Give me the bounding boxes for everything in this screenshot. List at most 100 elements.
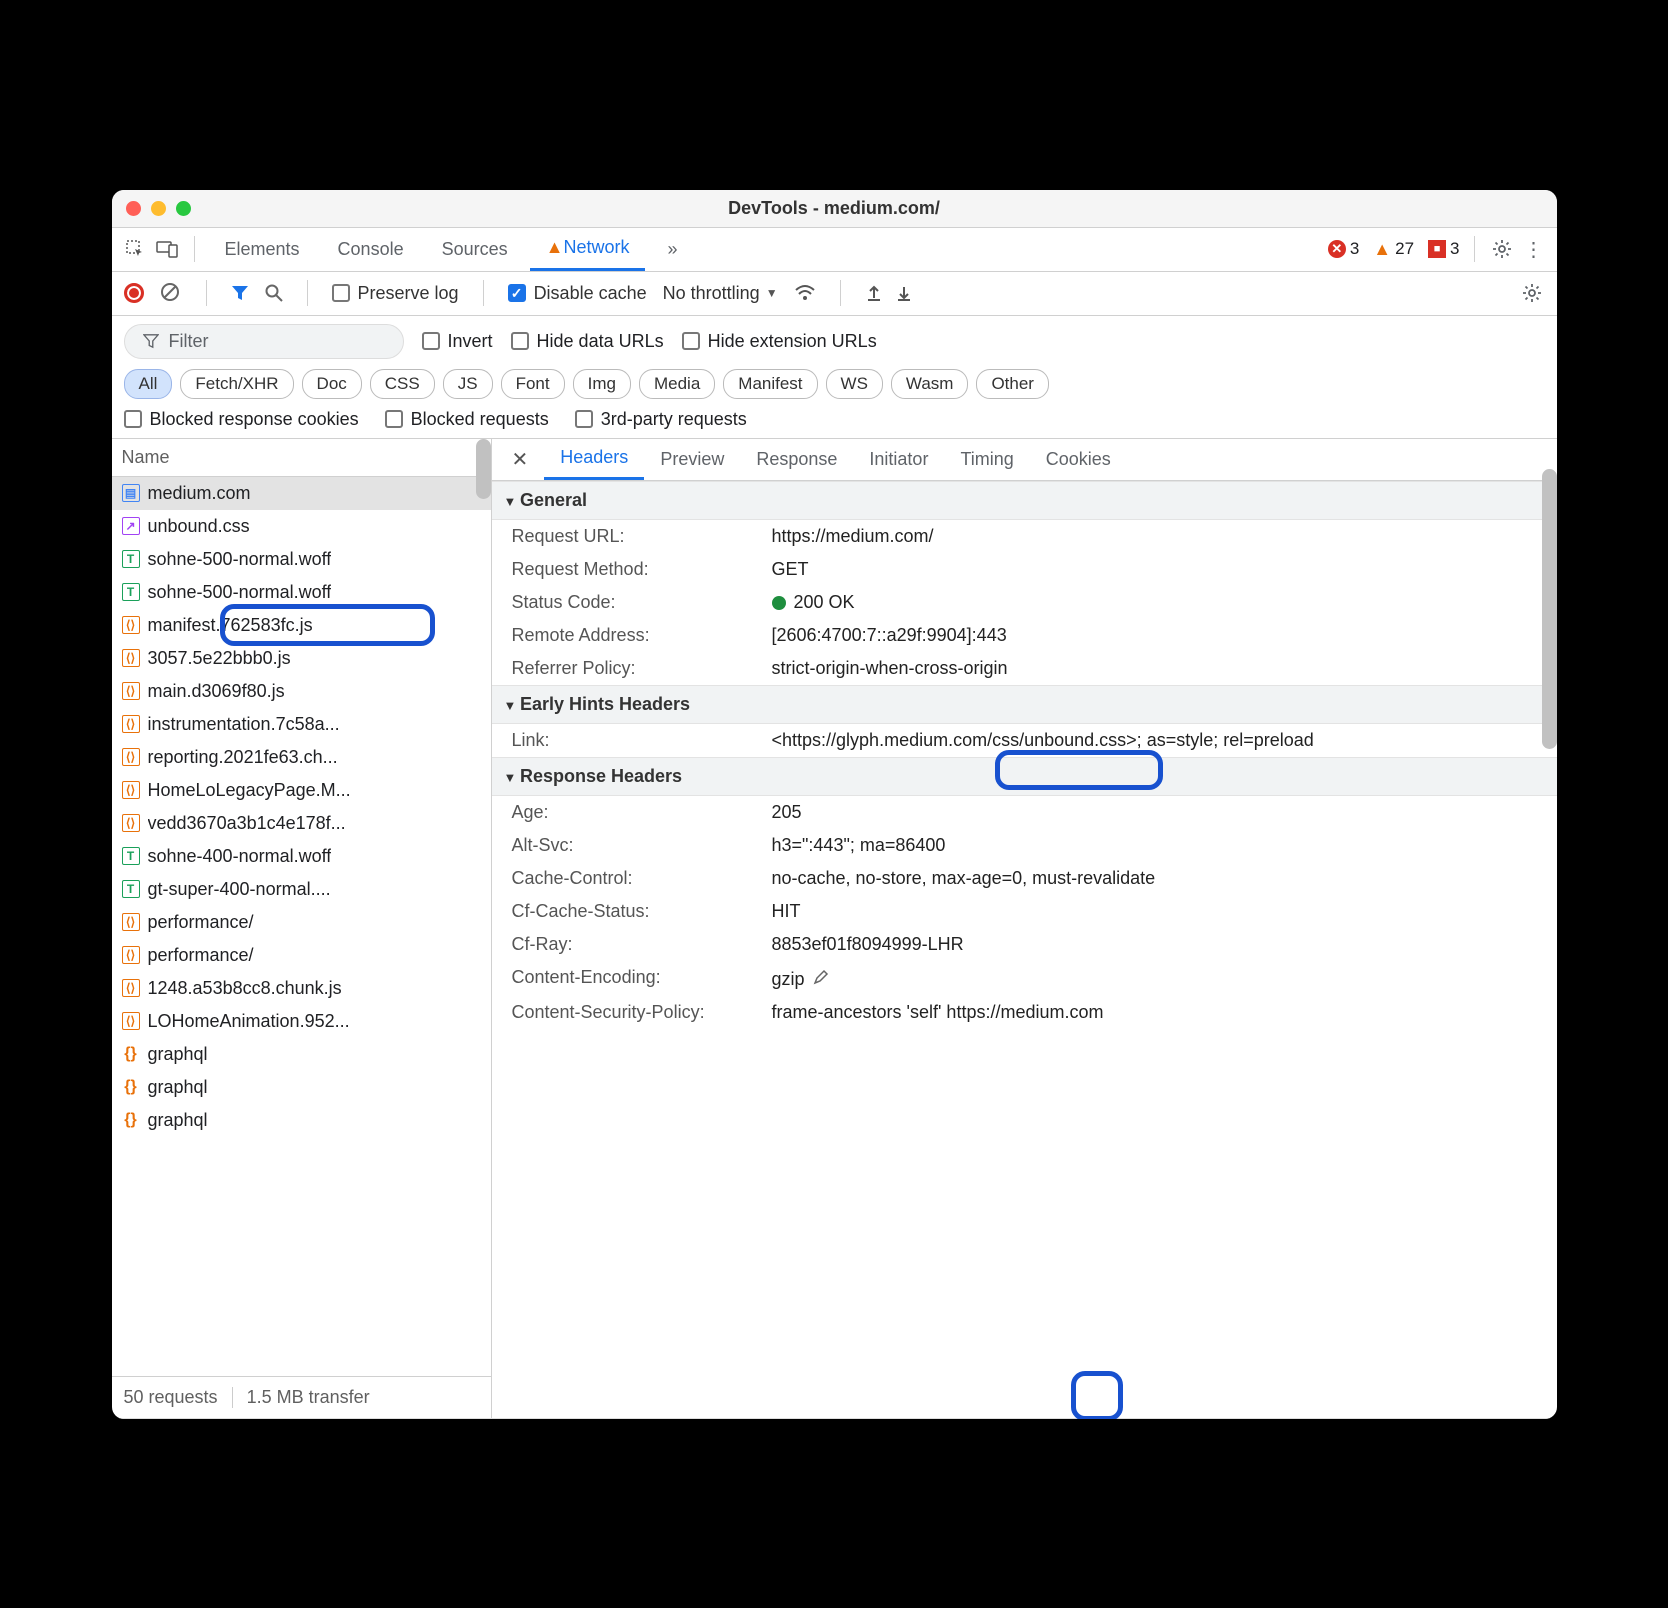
search-icon[interactable] (265, 284, 283, 302)
edit-icon[interactable] (811, 967, 831, 987)
header-row: Cache-Control:no-cache, no-store, max-ag… (492, 862, 1557, 895)
detail-tab-cookies[interactable]: Cookies (1030, 439, 1127, 480)
tabs-overflow[interactable]: » (651, 228, 693, 271)
request-row[interactable]: {}graphql (112, 1104, 491, 1137)
column-header-name[interactable]: Name (112, 439, 491, 477)
chip-ws[interactable]: WS (826, 369, 883, 399)
network-settings-icon[interactable] (1519, 280, 1545, 306)
request-row[interactable]: Tsohne-400-normal.woff (112, 840, 491, 873)
request-name: 1248.a53b8cc8.chunk.js (148, 978, 342, 999)
filter-icon[interactable] (231, 284, 249, 302)
request-row[interactable]: ⟨⟩HomeLoLegacyPage.M... (112, 774, 491, 807)
request-row[interactable]: ↗unbound.css (112, 510, 491, 543)
js-file-icon: ⟨⟩ (122, 979, 140, 997)
detail-tabs: ✕ HeadersPreviewResponseInitiatorTimingC… (492, 439, 1557, 481)
tab-sources[interactable]: Sources (426, 228, 524, 271)
request-row[interactable]: ⟨⟩ 1248.a53b8cc8.chunk.js (112, 972, 491, 1005)
request-name: sohne-400-normal.woff (148, 846, 332, 867)
chip-img[interactable]: Img (573, 369, 631, 399)
blocked-response-cookies-checkbox[interactable]: Blocked response cookies (124, 409, 359, 430)
request-row[interactable]: ⟨⟩vedd3670a3b1c4e178f... (112, 807, 491, 840)
preserve-log-checkbox[interactable]: Preserve log (332, 283, 459, 304)
scrollbar[interactable] (476, 439, 491, 499)
header-row: Referrer Policy:strict-origin-when-cross… (492, 652, 1557, 685)
record-button[interactable] (124, 283, 144, 303)
header-value: [2606:4700:7::a29f:9904]:443 (772, 625, 1537, 646)
request-name: vedd3670a3b1c4e178f... (148, 813, 346, 834)
request-row[interactable]: ⟨⟩main.d3069f80.js (112, 675, 491, 708)
detail-tab-initiator[interactable]: Initiator (853, 439, 944, 480)
chip-other[interactable]: Other (976, 369, 1049, 399)
clear-button[interactable] (160, 282, 182, 304)
detail-tab-response[interactable]: Response (740, 439, 853, 480)
throttling-select[interactable]: No throttling▼ (663, 283, 778, 304)
chip-manifest[interactable]: Manifest (723, 369, 817, 399)
chip-css[interactable]: CSS (370, 369, 435, 399)
tab-network[interactable]: ▲ Network (530, 228, 646, 271)
request-row[interactable]: ⟨⟩3057.5e22bbb0.js (112, 642, 491, 675)
request-row[interactable]: {}graphql (112, 1071, 491, 1104)
blocked-requests-checkbox[interactable]: Blocked requests (385, 409, 549, 430)
request-row[interactable]: {}graphql (112, 1038, 491, 1071)
invert-checkbox[interactable]: Invert (422, 331, 493, 352)
section-header[interactable]: Response Headers (492, 757, 1557, 796)
header-key: Cf-Ray: (512, 934, 772, 955)
header-row: Request Method:GET (492, 553, 1557, 586)
hide-data-urls-checkbox[interactable]: Hide data URLs (511, 331, 664, 352)
request-row[interactable]: ⟨⟩performance/ (112, 906, 491, 939)
filter-input[interactable]: Filter (124, 324, 404, 359)
maximize-window-button[interactable] (176, 201, 191, 216)
chip-doc[interactable]: Doc (302, 369, 362, 399)
header-row: Age:205 (492, 796, 1557, 829)
header-value: h3=":443"; ma=86400 (772, 835, 1537, 856)
request-row[interactable]: Tsohne-500-normal.woff (112, 576, 491, 609)
more-icon[interactable]: ⋮ (1521, 236, 1547, 262)
error-count[interactable]: ✕3 (1328, 239, 1359, 259)
request-name: reporting.2021fe63.ch... (148, 747, 338, 768)
header-value: HIT (772, 901, 1537, 922)
header-value: https://medium.com/ (772, 526, 1537, 547)
type-filter-chips: AllFetch/XHR Doc CSS JS Font Img Media Manifest… (124, 369, 1545, 399)
close-details-button[interactable]: ✕ (500, 447, 541, 472)
chip-js[interactable]: JS (443, 369, 493, 399)
minimize-window-button[interactable] (151, 201, 166, 216)
request-name: performance/ (148, 912, 254, 933)
warning-count[interactable]: ▲27 (1373, 239, 1414, 260)
request-row[interactable]: ⟨⟩instrumentation.7c58a... (112, 708, 491, 741)
tab-elements[interactable]: Elements (209, 228, 316, 271)
chip-all[interactable]: All (124, 369, 173, 399)
request-row[interactable]: ▤medium.com (112, 477, 491, 510)
detail-tab-timing[interactable]: Timing (944, 439, 1029, 480)
chip-font[interactable]: Font (501, 369, 565, 399)
section-header[interactable]: Early Hints Headers (492, 685, 1557, 724)
third-party-checkbox[interactable]: 3rd-party requests (575, 409, 747, 430)
section-header[interactable]: General (492, 481, 1557, 520)
detail-tab-headers[interactable]: Headers (544, 439, 644, 480)
request-list: ▤medium.com↗unbound.cssTsohne-500-normal… (112, 477, 491, 1376)
hide-extension-urls-checkbox[interactable]: Hide extension URLs (682, 331, 877, 352)
scrollbar[interactable] (1542, 469, 1557, 749)
disable-cache-checkbox[interactable]: ✓Disable cache (508, 283, 647, 304)
xhr-file-icon: {} (122, 1045, 140, 1063)
close-window-button[interactable] (126, 201, 141, 216)
chip-fetch-xhr[interactable]: Fetch/XHR (180, 369, 293, 399)
device-toggle-icon[interactable] (154, 236, 180, 262)
download-har-icon[interactable] (895, 284, 913, 302)
network-conditions-icon[interactable] (794, 284, 816, 302)
request-row[interactable]: ⟨⟩LOHomeAnimation.952... (112, 1005, 491, 1038)
upload-har-icon[interactable] (865, 284, 883, 302)
detail-tab-preview[interactable]: Preview (644, 439, 740, 480)
issue-count[interactable]: ■3 (1428, 239, 1459, 259)
request-row[interactable]: ⟨⟩reporting.2021fe63.ch... (112, 741, 491, 774)
tab-console[interactable]: Console (322, 228, 420, 271)
settings-icon[interactable] (1489, 236, 1515, 262)
request-row[interactable]: Tsohne-500-normal.woff (112, 543, 491, 576)
request-row[interactable]: ⟨⟩manifest.762583fc.js (112, 609, 491, 642)
inspect-element-icon[interactable] (122, 236, 148, 262)
request-row[interactable]: ⟨⟩performance/ (112, 939, 491, 972)
error-icon: ✕ (1328, 240, 1346, 258)
chip-wasm[interactable]: Wasm (891, 369, 969, 399)
chip-media[interactable]: Media (639, 369, 715, 399)
request-row[interactable]: Tgt-super-400-normal.... (112, 873, 491, 906)
header-value: gzip (772, 967, 1537, 990)
